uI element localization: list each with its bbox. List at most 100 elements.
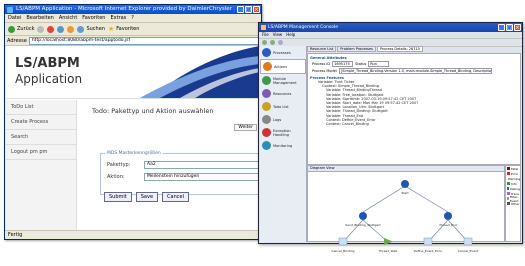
node-thread-wait[interactable]: Thread_Wait	[378, 238, 398, 253]
process-id-row: Process ID 1695175 Status Run	[308, 61, 520, 67]
nav-processes[interactable]: Processes	[260, 46, 306, 59]
form-area: MDS Masterkenngrößen Pakettyp: Aa2 Aktio…	[92, 107, 260, 231]
legend-item[interactable]: Warning	[506, 176, 520, 181]
menu-extras[interactable]: Extras	[110, 14, 126, 22]
process-graph[interactable]: Start Send_Binding_Stuttgart Thread_End …	[308, 172, 502, 262]
tree-item[interactable]: Context: Cancel_Binding	[318, 122, 520, 126]
stop-icon[interactable]	[47, 25, 55, 33]
bpm-titlebar[interactable]: LS/ABPM Management Console _ □ ×	[259, 23, 522, 32]
favorites-button[interactable]: ★ Favoriten	[108, 25, 139, 33]
exception-icon	[262, 128, 271, 137]
bpm-window-title: LS/ABPM Management Console	[268, 25, 339, 30]
nav-module-management[interactable]: Module Management	[260, 74, 306, 87]
sidebar-item-create-process[interactable]: Create Process	[6, 115, 76, 130]
ie-statusbar: Fertig	[5, 230, 261, 239]
back-icon[interactable]	[262, 40, 267, 45]
forward-arrow-icon[interactable]	[37, 25, 45, 33]
legend-swatch	[507, 187, 510, 190]
legend-swatch	[507, 182, 510, 185]
module-icon	[262, 76, 271, 85]
ie-titlebar[interactable]: LS/ABPM Application - Microsoft Internet…	[5, 5, 261, 14]
search-icon	[77, 25, 85, 33]
search-button[interactable]: Suchen	[77, 25, 105, 33]
save-button[interactable]: Save	[135, 192, 159, 202]
status-text: Fertig	[8, 232, 23, 238]
nav-actions[interactable]: Actions	[260, 59, 306, 74]
submit-button[interactable]: Submit	[104, 192, 132, 202]
field-label-pakettyp: Pakettyp:	[107, 162, 131, 168]
ie-page: LS/ABPM Application ToDo List Create Pro…	[6, 46, 260, 231]
menu-datei[interactable]: Datei	[8, 14, 21, 22]
nav-resources[interactable]: Resources	[260, 87, 306, 100]
nav-label: Actions	[274, 64, 288, 69]
nav-todo-list[interactable]: Todo List	[260, 100, 306, 113]
forward-icon[interactable]	[270, 40, 275, 45]
node-cancel-event[interactable]: Cancel_Event	[458, 237, 479, 253]
node-cancel-binding[interactable]: Cancel_Binding	[332, 237, 355, 253]
ie-window-title: LS/ABPM Application - Microsoft Internet…	[16, 6, 232, 12]
node-thread-end[interactable]: Thread_End	[438, 212, 457, 227]
refresh-icon[interactable]	[278, 40, 283, 45]
node-send-binding[interactable]: Send_Binding_Stuttgart	[345, 212, 382, 227]
sidebar-item-logout[interactable]: Logout pm pm	[6, 145, 76, 160]
legend-item[interactable]: Other	[506, 201, 520, 206]
close-button[interactable]: ×	[253, 6, 260, 13]
sidebar-item-todo-list[interactable]: ToDo List	[6, 100, 76, 115]
menu-favoriten[interactable]: Favoriten	[82, 14, 105, 22]
tab-problem-processes[interactable]: Problem Processes	[337, 46, 376, 52]
home-icon[interactable]	[67, 25, 75, 33]
cancel-button[interactable]: Cancel	[162, 192, 189, 202]
aktion-select[interactable]: Meilenstein hinzufügen	[144, 173, 260, 181]
bpm-menu-help[interactable]: Help	[286, 32, 295, 38]
legend-swatch	[507, 202, 510, 205]
tab-resource-list[interactable]: Resource List	[307, 46, 337, 52]
nav-exception-handling[interactable]: Exception Handling	[260, 126, 306, 139]
bpm-minimize-button[interactable]: _	[498, 24, 505, 31]
nav-monitoring[interactable]: Monitoring	[260, 139, 306, 152]
nav-label: Module Management	[273, 76, 297, 85]
bpm-app-icon	[261, 25, 266, 30]
ie-menubar: Datei Bearbeiten Ansicht Favoriten Extra…	[5, 14, 261, 23]
bpm-close-button[interactable]: ×	[514, 24, 521, 31]
bpm-menu-view[interactable]: View	[273, 32, 283, 38]
nav-label: Resources	[273, 91, 292, 96]
bpm-window-controls: _ □ ×	[498, 24, 521, 31]
back-arrow-icon	[8, 25, 15, 33]
refresh-icon[interactable]	[57, 25, 65, 33]
status-field[interactable]: Run	[368, 61, 390, 67]
bpm-maximize-button[interactable]: □	[506, 24, 513, 31]
fieldset-legend: MDS Masterkenngrößen	[107, 151, 161, 156]
legend-label: Other	[511, 201, 520, 206]
nav-logs[interactable]: Logs	[260, 113, 306, 126]
node-define-event-error[interactable]: Define_Event_Error	[414, 237, 443, 253]
address-input[interactable]: http://localhost:8080/abpm-test/apptodo.…	[28, 36, 261, 45]
back-button[interactable]: Zurück	[8, 25, 34, 33]
legend-label: Fatal	[511, 166, 519, 171]
pakettyp-select[interactable]: Aa2	[144, 161, 260, 169]
bpm-menubar: File View Help	[259, 32, 522, 39]
menu-bearbeiten[interactable]: Bearbeiten	[26, 14, 53, 22]
ie-app-icon	[7, 6, 13, 13]
address-bar: Adresse http://localhost:8080/abpm-test/…	[5, 36, 261, 46]
bpm-window: LS/ABPM Management Console _ □ × File Vi…	[258, 22, 523, 253]
address-label: Adresse	[7, 37, 27, 44]
ie-toolbar: Zurück Suchen ★ Favoriten	[5, 23, 261, 36]
field-label-aktion: Aktion:	[107, 174, 125, 180]
svg-text:Thread_End: Thread_End	[438, 223, 457, 227]
process-model-field[interactable]: [Simple_Thread_Binding.Version 1.0, main…	[338, 68, 492, 74]
sidebar-nav: ToDo List Create Process Search Logout p…	[6, 100, 77, 231]
favorites-label: Favoriten	[116, 26, 140, 32]
sidebar-item-search[interactable]: Search	[6, 130, 76, 145]
svg-text:Cancel_Event: Cancel_Event	[458, 249, 479, 253]
legend-label: Info	[511, 181, 517, 186]
menu-help[interactable]: ?	[131, 14, 134, 22]
maximize-button[interactable]: □	[245, 6, 252, 13]
menu-ansicht[interactable]: Ansicht	[59, 14, 77, 22]
minimize-button[interactable]: _	[237, 6, 244, 13]
app-banner: LS/ABPM Application	[6, 46, 260, 99]
process-properties: General Attributes Process ID 1695175 St…	[307, 53, 521, 165]
tab-process-details[interactable]: Process Details: 26715	[376, 46, 423, 52]
bpm-menu-file[interactable]: File	[262, 32, 269, 38]
section-general-attributes: General Attributes	[310, 56, 347, 60]
process-id-field[interactable]: 1695175	[332, 61, 354, 67]
